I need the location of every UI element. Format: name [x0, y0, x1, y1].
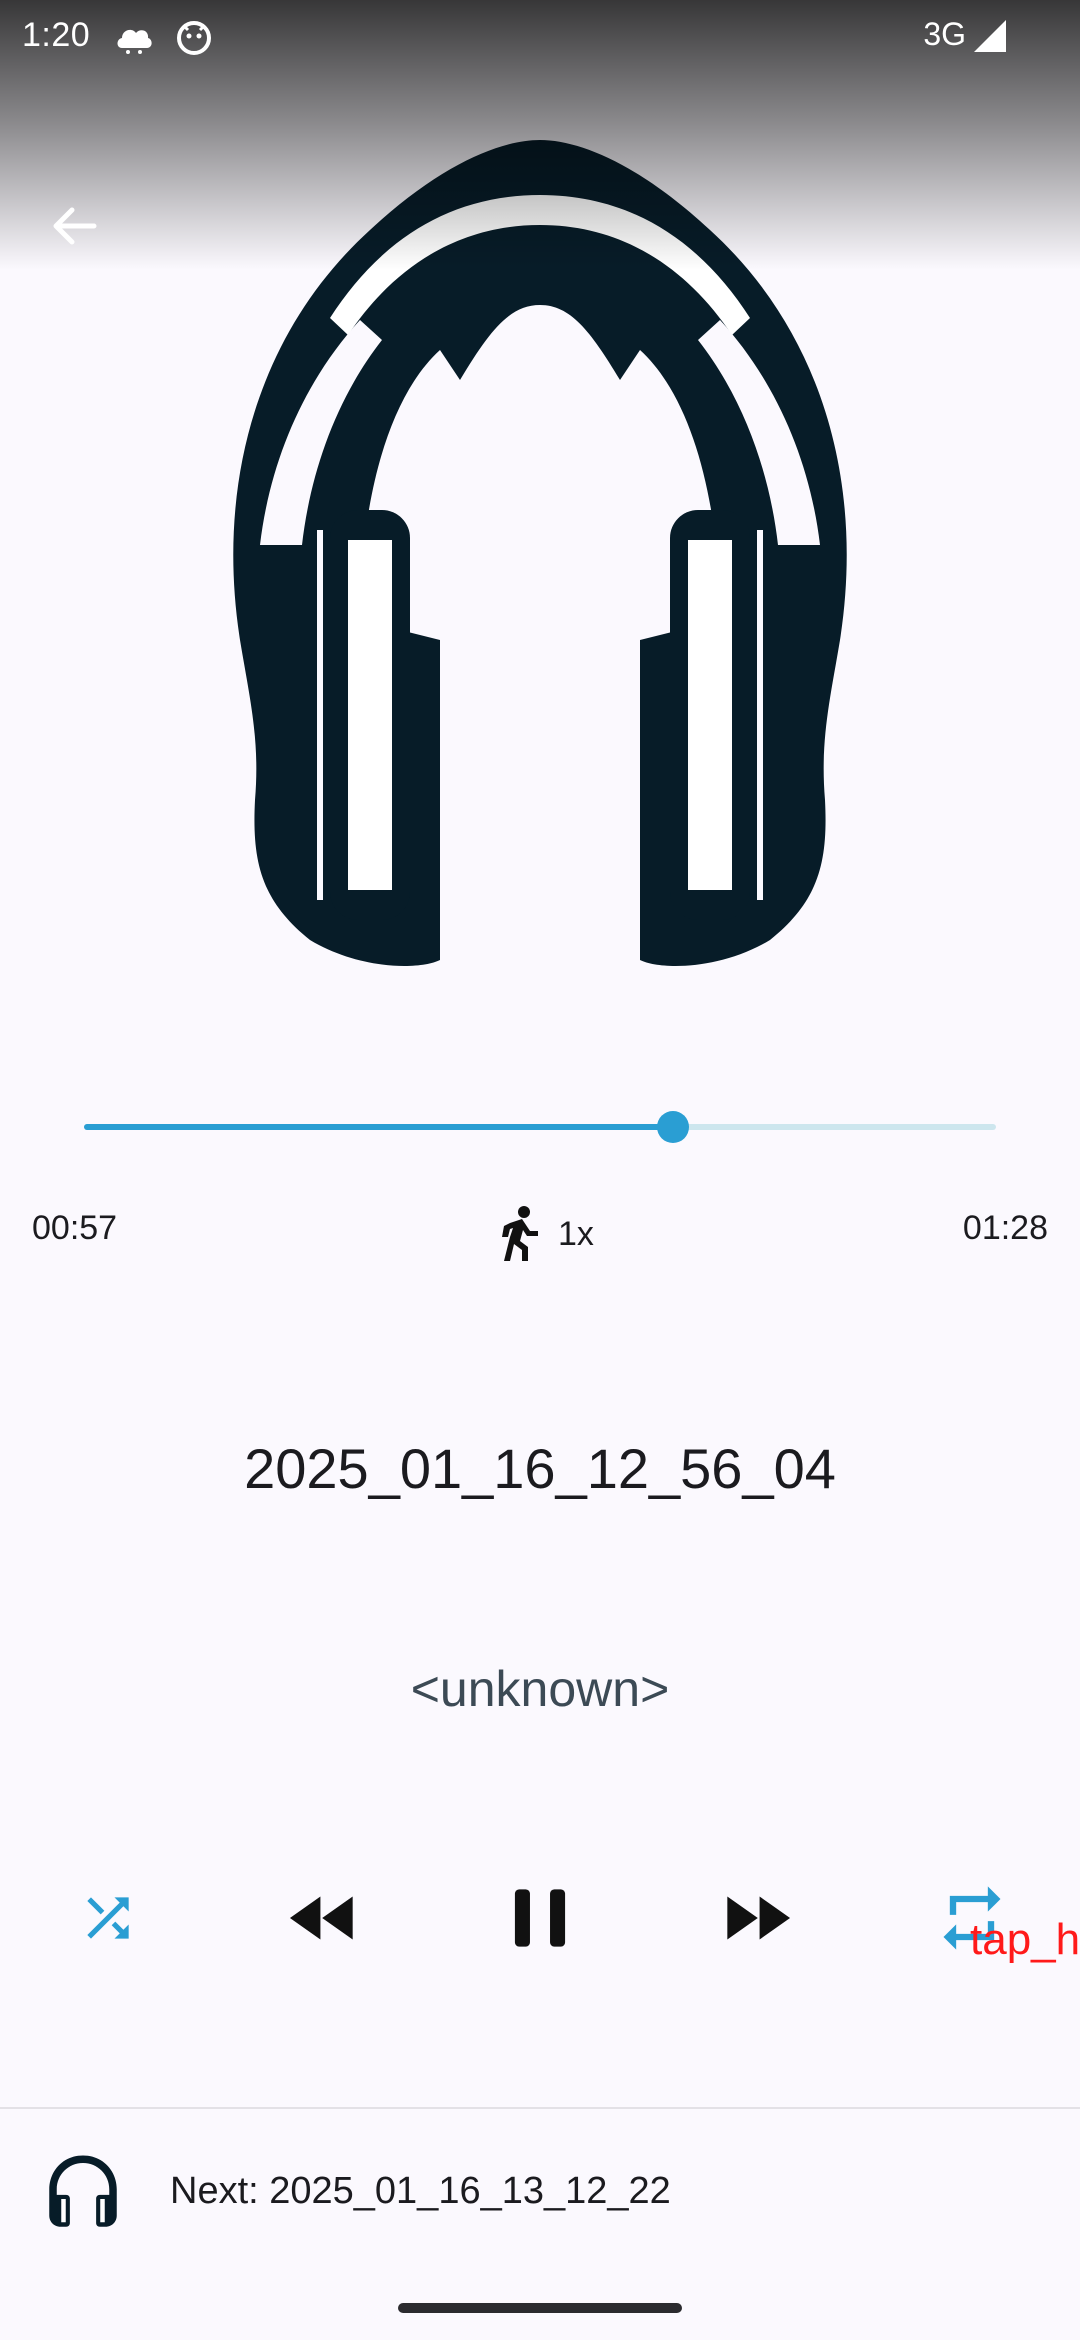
playback-controls — [0, 1868, 1080, 1968]
player-screen: 1:20 3G 00:57 1x 01:28 2025_01_16_12_56_… — [0, 0, 1080, 2340]
pause-button[interactable] — [490, 1868, 590, 1968]
status-time: 1:20 — [22, 16, 91, 54]
next-track-label: Next: 2025_01_16_13_12_22 — [170, 2170, 671, 2212]
headphones-artwork-icon — [233, 140, 847, 966]
fast-forward-button[interactable] — [706, 1868, 806, 1968]
running-person-icon — [502, 1206, 538, 1261]
cloud-icon — [117, 29, 152, 54]
track-title: 2025_01_16_12_56_04 — [244, 1437, 836, 1500]
total-duration: 01:28 — [962, 1209, 1048, 1247]
track-artist: <unknown> — [410, 1661, 670, 1717]
seek-progress — [84, 1124, 674, 1130]
elapsed-time: 00:57 — [32, 1209, 118, 1247]
speed-label: 1x — [558, 1214, 594, 1253]
debug-tap-overlay: tap_h — [970, 1915, 1080, 1964]
shuffle-icon — [87, 1897, 129, 1939]
divider — [0, 2107, 1080, 2109]
home-indicator[interactable] — [398, 2303, 682, 2313]
android-debug-icon — [177, 21, 211, 55]
headphones-icon — [49, 2155, 117, 2227]
rewind-button[interactable] — [274, 1868, 374, 1968]
next-track-row[interactable]: Next: 2025_01_16_13_12_22 — [0, 2110, 1080, 2280]
status-bar: 1:20 3G — [0, 0, 1080, 76]
playback-speed-button[interactable]: 1x — [492, 1205, 594, 1263]
time-row: 00:57 1x 01:28 — [0, 1205, 1080, 1261]
network-type: 3G — [923, 16, 966, 52]
signal-icon — [974, 20, 1006, 52]
seek-thumb[interactable] — [657, 1111, 690, 1143]
back-arrow-icon[interactable] — [38, 190, 110, 262]
shuffle-button[interactable] — [58, 1868, 158, 1968]
seek-bar[interactable] — [84, 1110, 996, 1144]
rewind-icon — [289, 1896, 353, 1940]
fast-forward-icon — [727, 1896, 791, 1940]
pause-icon — [514, 1889, 566, 1947]
